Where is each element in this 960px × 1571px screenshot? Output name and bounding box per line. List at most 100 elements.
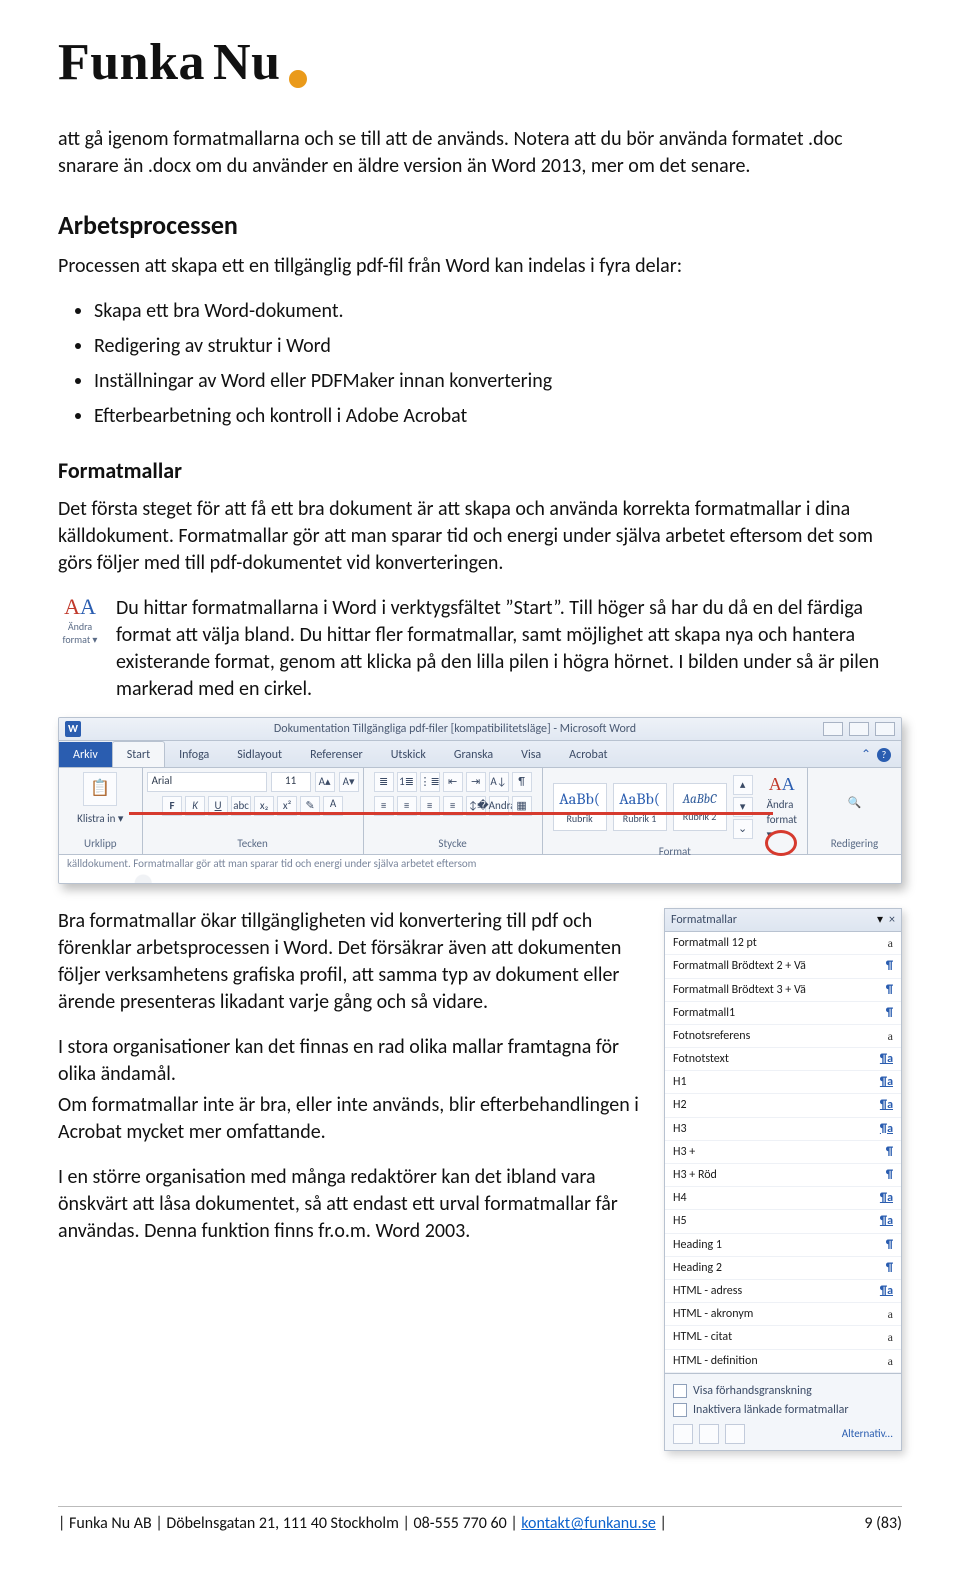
group-styles: AaBb( Rubrik AaBb( Rubrik 1 AaBbC Rubrik… <box>543 768 808 854</box>
styles-pane-item[interactable]: HTML - akronyma <box>665 1303 901 1326</box>
process-item: Efterbearbetning och kontroll i Adobe Ac… <box>94 403 902 430</box>
tab-visa[interactable]: Visa <box>507 742 555 767</box>
group-font: Arial 11 A▴ A▾ F K U abc x₂ x² ✎ A <box>143 768 364 854</box>
styles-pane-item[interactable]: H3¶a <box>665 1118 901 1141</box>
numbering-icon[interactable]: 1≣ <box>397 772 417 792</box>
outdent-icon[interactable]: ⇤ <box>443 772 463 792</box>
new-style-icon[interactable] <box>673 1424 693 1444</box>
page-footer: | Funka Nu AB | Döbelnsgatan 21, 111 40 … <box>58 1506 902 1535</box>
maximize-icon[interactable] <box>849 722 869 736</box>
gallery-up-icon[interactable]: ▴ <box>733 775 753 795</box>
font-size-select[interactable]: 11 <box>271 772 311 792</box>
styles-pane-item[interactable]: Heading 1¶ <box>665 1234 901 1257</box>
multilevel-icon[interactable]: ⋮≣ <box>420 772 440 792</box>
pane-dropdown-icon[interactable]: ▾ <box>877 912 883 928</box>
subscript-icon[interactable]: x₂ <box>254 796 274 816</box>
close-icon[interactable] <box>875 722 895 736</box>
align-right-icon[interactable]: ≡ <box>420 796 440 816</box>
style-thumb[interactable]: AaBb( Rubrik <box>553 783 607 831</box>
intro-paragraph: att gå igenom formatmallarna och se till… <box>58 126 902 180</box>
bold-icon[interactable]: F <box>162 796 182 816</box>
tab-referenser[interactable]: Referenser <box>296 742 377 767</box>
ribbon-collapse-icon[interactable]: ⌃ <box>861 747 871 763</box>
strike-icon[interactable]: abc <box>231 796 251 816</box>
ribbon-help[interactable]: ⌃ ? <box>851 743 901 767</box>
window-buttons[interactable] <box>823 722 895 736</box>
style-thumb[interactable]: AaBb( Rubrik 1 <box>613 783 667 831</box>
align-left-icon[interactable]: ≡ <box>374 796 394 816</box>
tab-arkiv[interactable]: Arkiv <box>59 742 112 767</box>
footer-email-link[interactable]: kontakt@funkanu.se <box>521 1514 656 1533</box>
styles-pane-item[interactable]: H5¶a <box>665 1210 901 1233</box>
find-icon[interactable]: 🔍 <box>848 796 862 811</box>
italic-icon[interactable]: K <box>185 796 205 816</box>
superscript-icon[interactable]: x² <box>277 796 297 816</box>
sort-icon[interactable]: A↓ <box>489 772 509 792</box>
after-p1: Bra formatmallar ökar tillgängligheten v… <box>58 908 644 1016</box>
preview-checkbox[interactable]: Visa förhandsgranskning <box>673 1383 893 1399</box>
tab-acrobat[interactable]: Acrobat <box>555 742 621 767</box>
font-family-select[interactable]: Arial <box>147 772 267 792</box>
font-color-icon[interactable]: A <box>323 796 343 816</box>
pane-close-icon[interactable]: × <box>889 912 895 928</box>
paste-icon[interactable]: 📋 <box>83 772 117 806</box>
highlight-icon[interactable]: ✎ <box>300 796 320 816</box>
styles-pane-title: Formatmallar <box>671 912 877 928</box>
grow-font-icon[interactable]: A▴ <box>315 772 335 792</box>
group-label-font: Tecken <box>153 835 353 852</box>
styles-pane-item[interactable]: H1¶a <box>665 1071 901 1094</box>
group-label-styles: Format <box>553 843 797 860</box>
borders-icon[interactable]: ▦ <box>512 796 532 816</box>
word-ribbon-screenshot: W Dokumentation Tillgängliga pdf-filer [… <box>58 717 902 884</box>
minimize-icon[interactable] <box>823 722 843 736</box>
format-p2: Du hittar formatmallarna i Word i verkty… <box>116 595 902 703</box>
styles-pane-item[interactable]: H2¶a <box>665 1094 901 1117</box>
window-titlebar: W Dokumentation Tillgängliga pdf-filer [… <box>59 718 901 741</box>
help-icon[interactable]: ? <box>877 748 891 762</box>
shrink-font-icon[interactable]: A▾ <box>339 772 359 792</box>
justify-icon[interactable]: ≡ <box>443 796 463 816</box>
pilcrow-icon[interactable]: ¶ <box>512 772 532 792</box>
bullets-icon[interactable]: ≣ <box>374 772 394 792</box>
footer-page-number: 9 (83) <box>864 1513 902 1535</box>
styles-pane-item[interactable]: H3 + Röd¶ <box>665 1164 901 1187</box>
tab-start[interactable]: Start <box>112 741 165 767</box>
tab-infoga[interactable]: Infoga <box>165 742 223 767</box>
style-thumb[interactable]: AaBbC Rubrik 2 <box>673 783 727 831</box>
styles-pane-item[interactable]: Formatmall 12 pta <box>665 932 901 955</box>
logo-word-2: Nu <box>213 28 280 98</box>
styles-pane-item[interactable]: H3 +¶ <box>665 1141 901 1164</box>
manage-styles-icon[interactable] <box>725 1424 745 1444</box>
styles-pane-item[interactable]: Heading 2¶ <box>665 1257 901 1280</box>
tab-utskick[interactable]: Utskick <box>377 742 440 767</box>
indent-icon[interactable]: ⇥ <box>466 772 486 792</box>
styles-pane-item[interactable]: Formatmall1¶ <box>665 1002 901 1025</box>
styles-pane-list[interactable]: Formatmall 12 ptaFormatmall Brödtext 2 +… <box>665 932 901 1373</box>
style-gallery[interactable]: AaBb( Rubrik AaBb( Rubrik 1 AaBbC Rubrik… <box>553 775 753 839</box>
styles-pane: Formatmallar ▾ × Formatmall 12 ptaFormat… <box>664 908 902 1451</box>
underline-icon[interactable]: U <box>208 796 228 816</box>
style-inspector-icon[interactable] <box>699 1424 719 1444</box>
styles-pane-item[interactable]: HTML - citata <box>665 1326 901 1349</box>
styles-pane-item[interactable]: Formatmall Brödtext 2 + Vä¶ <box>665 955 901 978</box>
disable-linked-checkbox[interactable]: Inaktivera länkade formatmallar <box>673 1402 893 1418</box>
paste-button[interactable]: Klistra in ▾ <box>77 812 123 827</box>
styles-pane-item[interactable]: H4¶a <box>665 1187 901 1210</box>
tab-sidlayout[interactable]: Sidlayout <box>223 742 296 767</box>
pane-options-link[interactable]: Alternativ... <box>842 1427 893 1442</box>
after-p2: I stora organisationer kan det finnas en… <box>58 1034 644 1088</box>
tab-granska[interactable]: Granska <box>440 742 507 767</box>
styles-pane-item[interactable]: Fotnotstext¶a <box>665 1048 901 1071</box>
styles-pane-item[interactable]: Fotnotsreferensa <box>665 1025 901 1048</box>
styles-pane-item[interactable]: Formatmall Brödtext 3 + Vä¶ <box>665 979 901 1002</box>
change-styles-icon: AA Ändra format ▾ <box>58 595 102 645</box>
gallery-more-icon[interactable]: ⌄ <box>733 819 753 839</box>
change-styles-button[interactable]: Ändra format ▾ <box>767 798 797 843</box>
gallery-down-icon[interactable]: ▾ <box>733 797 753 817</box>
shading-icon[interactable]: �András <box>489 796 509 816</box>
styles-pane-item[interactable]: HTML - definitiona <box>665 1350 901 1373</box>
align-center-icon[interactable]: ≡ <box>397 796 417 816</box>
styles-pane-item[interactable]: HTML - adress¶a <box>665 1280 901 1303</box>
window-title: Dokumentation Tillgängliga pdf-filer [ko… <box>87 721 823 737</box>
word-app-icon: W <box>65 721 81 737</box>
